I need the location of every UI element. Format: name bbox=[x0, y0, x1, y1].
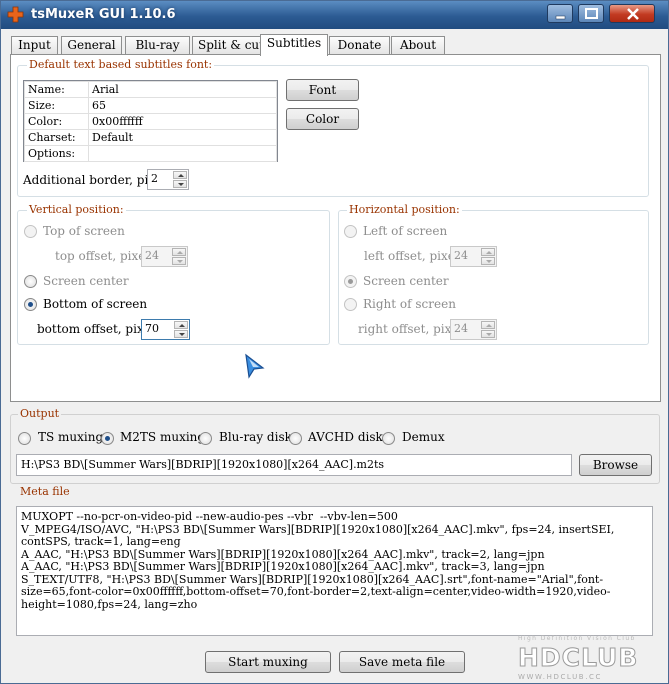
meta-file-textarea[interactable]: MUXOPT --no-pcr-on-video-pid --new-audio… bbox=[16, 506, 653, 636]
bottom-of-screen-label: Bottom of screen bbox=[43, 297, 148, 311]
app-icon bbox=[7, 6, 24, 23]
border-spinbox[interactable]: 2 bbox=[147, 169, 189, 190]
property-key: Size: bbox=[24, 97, 89, 114]
m2ts-muxing-radio[interactable] bbox=[101, 432, 114, 445]
screen-center-label: Screen center bbox=[43, 274, 129, 288]
spin-down-icon[interactable] bbox=[173, 180, 187, 188]
avchd-disk-radio[interactable] bbox=[289, 432, 302, 445]
table-row: Charset: Default bbox=[24, 129, 277, 146]
maximize-icon bbox=[585, 8, 598, 19]
minimize-button[interactable] bbox=[547, 4, 573, 23]
font-group-legend: Default text based subtitles font: bbox=[27, 58, 215, 71]
property-value bbox=[88, 145, 277, 162]
meta-line: V_MPEG4/ISO/AVC, "H:\PS3 BD\[Summer Wars… bbox=[21, 522, 618, 548]
watermark-tagline: High Definition Vision Club bbox=[518, 635, 636, 642]
window-title: tsMuxeR GUI 1.10.6 bbox=[31, 7, 176, 22]
border-value: 2 bbox=[151, 172, 158, 185]
blu-ray-disk-radio[interactable] bbox=[199, 432, 212, 445]
right-offset-spinbox[interactable]: 24 bbox=[450, 319, 497, 340]
ts-muxing-label: TS muxing bbox=[38, 430, 104, 444]
spin-up-icon[interactable] bbox=[481, 248, 495, 256]
avchd-disk-label: AVCHD disk bbox=[308, 430, 383, 444]
horizontal-legend: Horizontal position: bbox=[347, 203, 462, 216]
bottom-offset-value: 70 bbox=[145, 322, 159, 335]
left-offset-spinbox[interactable]: 24 bbox=[450, 246, 497, 267]
property-value: Default bbox=[88, 129, 277, 146]
top-of-screen-radio[interactable] bbox=[24, 225, 37, 238]
top-offset-spinbox[interactable]: 24 bbox=[141, 246, 188, 267]
spin-up-icon[interactable] bbox=[174, 321, 188, 329]
spin-down-icon[interactable] bbox=[172, 257, 186, 265]
spin-down-icon[interactable] bbox=[174, 330, 188, 338]
start-muxing-button[interactable]: Start muxing bbox=[205, 651, 331, 673]
top-of-screen-label: Top of screen bbox=[43, 224, 125, 238]
tab-blu-ray[interactable]: Blu-ray bbox=[125, 36, 190, 55]
left-offset-value: 24 bbox=[454, 249, 468, 262]
spin-up-icon[interactable] bbox=[173, 171, 187, 179]
tab-subtitles[interactable]: Subtitles bbox=[260, 34, 328, 56]
blu-ray-disk-label: Blu-ray disk bbox=[219, 430, 292, 444]
watermark-url: WWW.HDCLUB.CC bbox=[518, 673, 603, 681]
spin-up-icon[interactable] bbox=[172, 248, 186, 256]
mouse-cursor-icon bbox=[245, 353, 265, 379]
color-button[interactable]: Color bbox=[286, 108, 359, 130]
m2ts-muxing-label: M2TS muxing bbox=[120, 430, 206, 444]
spin-down-icon[interactable] bbox=[481, 330, 495, 338]
minimize-icon bbox=[555, 15, 566, 20]
font-button[interactable]: Font bbox=[286, 79, 359, 101]
app-window: tsMuxeR GUI 1.10.6 Input General Blu-ray… bbox=[0, 0, 669, 684]
right-of-screen-label: Right of screen bbox=[363, 297, 456, 311]
tab-about[interactable]: About bbox=[391, 36, 445, 55]
close-button[interactable] bbox=[609, 4, 655, 23]
hdclub-watermark-logo: High Definition Vision Club HDCLUB WWW.H… bbox=[516, 633, 662, 681]
property-value: 65 bbox=[88, 97, 277, 114]
output-legend: Output bbox=[18, 407, 62, 420]
save-meta-file-button[interactable]: Save meta file bbox=[339, 651, 465, 673]
property-key: Options: bbox=[24, 145, 89, 162]
property-value: 0x00ffffff bbox=[88, 113, 277, 130]
spin-up-icon[interactable] bbox=[481, 321, 495, 329]
top-offset-value: 24 bbox=[145, 249, 159, 262]
table-row: Name: Arial bbox=[24, 81, 277, 98]
table-row: Color: 0x00ffffff bbox=[24, 113, 277, 130]
output-path-field[interactable]: H:\PS3 BD\[Summer Wars][BDRIP][1920x1080… bbox=[16, 454, 572, 476]
close-icon bbox=[627, 8, 639, 20]
right-of-screen-radio[interactable] bbox=[344, 298, 357, 311]
tab-split-cut[interactable]: Split & cut bbox=[192, 36, 270, 55]
meta-line: MUXOPT --no-pcr-on-video-pid --new-audio… bbox=[21, 510, 398, 523]
table-row: Size: 65 bbox=[24, 97, 277, 114]
demux-radio[interactable] bbox=[382, 432, 395, 445]
spin-down-icon[interactable] bbox=[481, 257, 495, 265]
right-offset-value: 24 bbox=[454, 322, 468, 335]
ts-muxing-radio[interactable] bbox=[18, 432, 31, 445]
vertical-legend: Vertical position: bbox=[27, 203, 126, 216]
property-key: Name: bbox=[24, 81, 89, 98]
horizontal-center-radio[interactable] bbox=[344, 275, 357, 288]
tab-general[interactable]: General bbox=[61, 36, 122, 55]
font-properties-table[interactable]: Name: Arial Size: 65 Color: 0x00ffffff Char… bbox=[23, 80, 278, 162]
tab-donate[interactable]: Donate bbox=[329, 36, 390, 55]
meta-legend: Meta file bbox=[18, 485, 72, 498]
meta-line: S_TEXT/UTF8, "H:\PS3 BD\[Summer Wars][BD… bbox=[21, 572, 611, 611]
demux-label: Demux bbox=[402, 430, 445, 444]
property-value: Arial bbox=[88, 81, 277, 98]
maximize-button[interactable] bbox=[578, 4, 604, 23]
screen-center-radio[interactable] bbox=[24, 275, 37, 288]
tab-input[interactable]: Input bbox=[11, 36, 58, 55]
table-row: Options: bbox=[24, 145, 277, 162]
watermark-brand: HDCLUB bbox=[517, 643, 639, 673]
left-of-screen-radio[interactable] bbox=[344, 225, 357, 238]
meta-line: A_AAC, "H:\PS3 BD\[Summer Wars][BDRIP][1… bbox=[21, 560, 545, 573]
title-bar[interactable]: tsMuxeR GUI 1.10.6 bbox=[1, 1, 668, 29]
bottom-offset-spinbox[interactable]: 70 bbox=[141, 319, 190, 340]
left-of-screen-label: Left of screen bbox=[363, 224, 448, 238]
property-key: Charset: bbox=[24, 129, 89, 146]
property-key: Color: bbox=[24, 113, 89, 130]
bottom-of-screen-radio[interactable] bbox=[24, 298, 37, 311]
browse-button[interactable]: Browse bbox=[579, 454, 652, 476]
horizontal-center-label: Screen center bbox=[363, 274, 449, 288]
